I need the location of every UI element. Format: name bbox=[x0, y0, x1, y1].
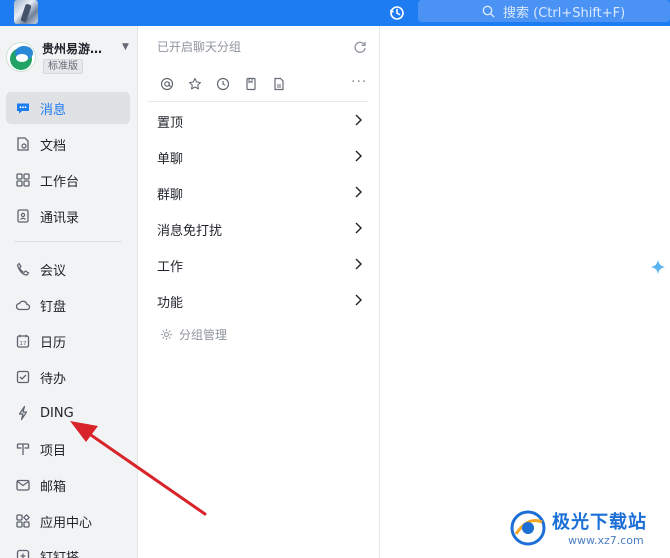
chevron-right-icon bbox=[355, 222, 362, 234]
group-work[interactable]: 工作 bbox=[148, 247, 370, 283]
search-icon bbox=[482, 5, 495, 17]
search-placeholder: 搜索 (Ctrl+Shift+F) bbox=[503, 5, 626, 21]
caret-down-icon[interactable]: ▼ bbox=[122, 42, 129, 52]
at-icon[interactable] bbox=[153, 74, 181, 94]
sidebar-item-calendar[interactable]: 17 日历 bbox=[6, 325, 130, 357]
top-bar: 搜索 (Ctrl+Shift+F) bbox=[0, 0, 670, 26]
org-name: 贵州易游… bbox=[42, 42, 103, 56]
sidebar-item-label: 邮箱 bbox=[40, 479, 67, 495]
sidebar-item-mail[interactable]: 邮箱 bbox=[6, 469, 130, 501]
group-pinned[interactable]: 置顶 bbox=[148, 103, 370, 139]
group-label: 消息免打扰 bbox=[157, 223, 223, 239]
sidebar-item-messages[interactable]: 消息 bbox=[6, 92, 130, 124]
meeting-icon bbox=[14, 260, 32, 278]
group-label: 群聊 bbox=[157, 187, 184, 203]
group-manage-label: 分组管理 bbox=[179, 328, 228, 342]
sidebar-item-docs[interactable]: 文档 bbox=[6, 128, 130, 160]
history-clock-icon[interactable] bbox=[386, 2, 408, 24]
left-sidebar: 贵州易游… ▼ 标准版 消息 文档 工作台 通讯录 会议 钉盘 17 日历 待办… bbox=[0, 26, 138, 558]
group-label: 功能 bbox=[157, 295, 184, 311]
org-logo bbox=[6, 42, 36, 72]
group-label: 工作 bbox=[157, 259, 184, 275]
sidebar-item-todo[interactable]: 待办 bbox=[6, 361, 130, 393]
todo-icon bbox=[14, 368, 32, 386]
group-do-not-disturb[interactable]: 消息免打扰 bbox=[148, 211, 370, 247]
lightning-icon bbox=[14, 404, 32, 422]
filter-bar bbox=[153, 74, 369, 94]
sidebar-item-project[interactable]: 项目 bbox=[6, 433, 130, 465]
watermark: 极光下载站 www.xz7.com bbox=[508, 506, 668, 556]
panel-header: 已开启聊天分组 bbox=[157, 40, 242, 54]
ai-sparkle-icon[interactable] bbox=[650, 259, 666, 275]
group-manage-button[interactable]: 分组管理 bbox=[160, 326, 227, 343]
sidebar-item-label: 日历 bbox=[40, 335, 67, 351]
sidebar-item-workbench[interactable]: 工作台 bbox=[6, 164, 130, 196]
refresh-icon[interactable] bbox=[351, 38, 369, 56]
group-direct-chat[interactable]: 单聊 bbox=[148, 139, 370, 175]
sidebar-item-label: 钉钉搭 bbox=[40, 550, 80, 558]
chevron-right-icon bbox=[355, 150, 362, 162]
sidebar-divider bbox=[14, 241, 122, 242]
sidebar-item-label: 工作台 bbox=[40, 174, 80, 190]
bookmark-icon[interactable] bbox=[237, 74, 265, 94]
panel-divider bbox=[148, 101, 368, 102]
chat-groups-panel: 已开启聊天分组 ··· 置顶 单聊 群聊 消息免打扰 工作 功能 分组管理 bbox=[139, 26, 380, 558]
chevron-right-icon bbox=[355, 294, 362, 306]
group-label: 置顶 bbox=[157, 115, 184, 131]
builder-icon bbox=[14, 547, 32, 558]
document-icon bbox=[14, 135, 32, 153]
edition-badge: 标准版 bbox=[43, 59, 83, 74]
chevron-right-icon bbox=[355, 186, 362, 198]
cloud-disk-icon bbox=[14, 296, 32, 314]
sidebar-item-meeting[interactable]: 会议 bbox=[6, 253, 130, 285]
watermark-url: www.xz7.com bbox=[568, 534, 644, 547]
sidebar-item-label: DING bbox=[40, 405, 74, 421]
sidebar-item-label: 文档 bbox=[40, 138, 67, 154]
sidebar-item-label: 应用中心 bbox=[40, 515, 93, 531]
calendar-icon: 17 bbox=[14, 332, 32, 350]
watermark-logo-icon bbox=[510, 510, 546, 546]
group-function[interactable]: 功能 bbox=[148, 283, 370, 319]
sidebar-item-app-center[interactable]: 应用中心 bbox=[6, 505, 130, 537]
sidebar-item-builder[interactable]: 钉钉搭 bbox=[6, 540, 130, 558]
svg-text:17: 17 bbox=[20, 341, 27, 347]
sidebar-item-label: 通讯录 bbox=[40, 210, 80, 226]
group-label: 单聊 bbox=[157, 151, 184, 167]
mail-icon bbox=[14, 476, 32, 494]
search-input[interactable]: 搜索 (Ctrl+Shift+F) bbox=[418, 0, 670, 22]
sidebar-item-ding[interactable]: DING bbox=[6, 397, 130, 429]
watermark-title: 极光下载站 bbox=[552, 512, 647, 533]
sidebar-item-label: 钉盘 bbox=[40, 299, 67, 315]
sidebar-item-label: 项目 bbox=[40, 443, 67, 459]
app-center-icon bbox=[14, 512, 32, 530]
group-group-chat[interactable]: 群聊 bbox=[148, 175, 370, 211]
clock-icon[interactable] bbox=[209, 74, 237, 94]
sidebar-item-disk[interactable]: 钉盘 bbox=[6, 289, 130, 321]
sidebar-item-label: 消息 bbox=[40, 102, 67, 118]
file-icon[interactable] bbox=[265, 74, 293, 94]
sidebar-item-label: 会议 bbox=[40, 263, 67, 279]
sidebar-item-contacts[interactable]: 通讯录 bbox=[6, 200, 130, 232]
contacts-icon bbox=[14, 207, 32, 225]
star-icon[interactable] bbox=[181, 74, 209, 94]
org-switcher[interactable]: 贵州易游… ▼ 标准版 bbox=[6, 38, 134, 78]
chevron-right-icon bbox=[355, 258, 362, 270]
message-icon bbox=[14, 99, 32, 117]
gear-icon bbox=[161, 329, 172, 340]
more-options-icon[interactable]: ··· bbox=[351, 74, 367, 90]
user-avatar[interactable] bbox=[14, 0, 38, 24]
chevron-right-icon bbox=[355, 114, 362, 126]
sidebar-item-label: 待办 bbox=[40, 371, 67, 387]
workbench-icon bbox=[14, 171, 32, 189]
project-icon bbox=[14, 440, 32, 458]
